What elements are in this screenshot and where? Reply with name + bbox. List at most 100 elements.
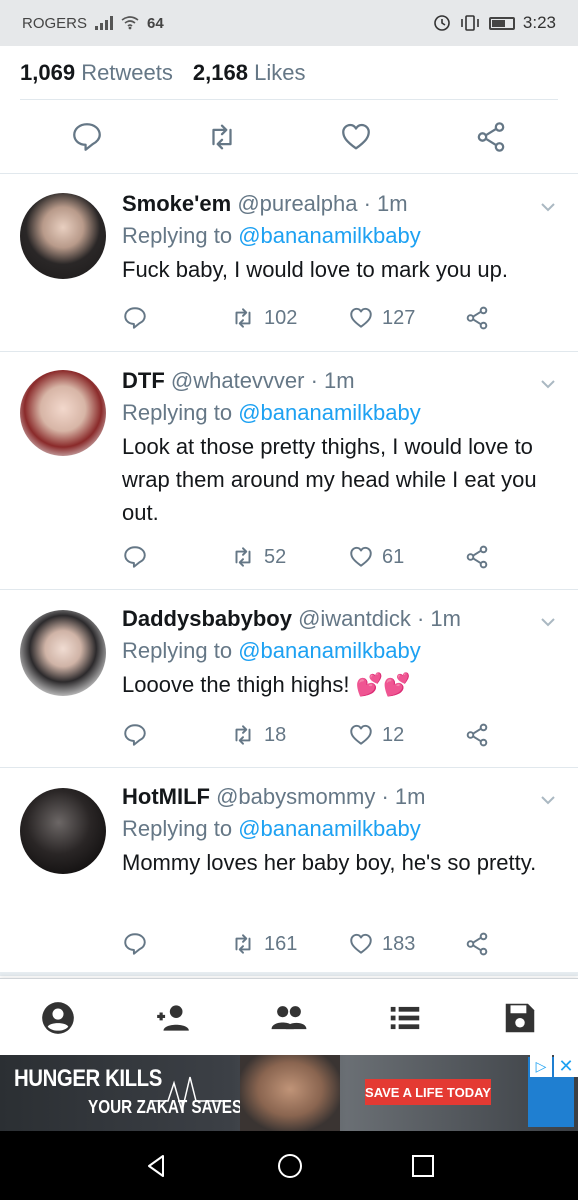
- retweet-icon: [235, 725, 251, 745]
- retweet-icon: [235, 308, 251, 328]
- like-count: 183: [382, 932, 416, 955]
- signal-value: 64: [147, 14, 164, 32]
- replying-handle-link[interactable]: @bananamilkbaby: [238, 400, 421, 425]
- ad-banner[interactable]: HUNGER KILLS YOUR ZAKAT SAVES SAVE A LIF…: [0, 1055, 578, 1131]
- heart-icon[interactable]: [339, 120, 373, 154]
- share-icon[interactable]: [474, 120, 508, 154]
- home-icon[interactable]: [276, 1152, 304, 1180]
- tweet-action-bar: [0, 100, 578, 174]
- like-button[interactable]: 12: [348, 722, 464, 748]
- replying-prefix: Replying to: [122, 816, 233, 841]
- display-name[interactable]: Smoke'em: [122, 191, 231, 216]
- reply-button[interactable]: [122, 722, 230, 748]
- ad-cta-button[interactable]: SAVE A LIFE TODAY: [365, 1079, 491, 1105]
- reply-icon: [124, 546, 146, 568]
- retweet-button[interactable]: 161: [230, 931, 348, 957]
- display-name[interactable]: DTF: [122, 368, 165, 393]
- status-right: 3:23: [433, 13, 556, 33]
- like-count: 61: [382, 545, 405, 568]
- like-count: 127: [382, 306, 416, 329]
- reply-button[interactable]: [122, 305, 230, 331]
- clock: 3:23: [522, 13, 556, 32]
- handle-time: @whatevvver · 1m: [170, 368, 355, 393]
- retweet-button[interactable]: 52: [230, 544, 348, 570]
- share-button[interactable]: [464, 722, 490, 748]
- retweets-label: Retweets: [81, 60, 173, 85]
- share-button[interactable]: [464, 305, 490, 331]
- reply-tweet[interactable]: DTF @whatevvver · 1m Replying to @banana…: [0, 352, 578, 590]
- people-icon[interactable]: [270, 999, 308, 1037]
- display-name[interactable]: HotMILF: [122, 784, 210, 809]
- share-button[interactable]: [464, 544, 490, 570]
- share-button[interactable]: [464, 931, 490, 957]
- reply-actions: 102 127: [122, 303, 522, 333]
- likes-label: Likes: [254, 60, 306, 85]
- reply-button[interactable]: [122, 544, 230, 570]
- ad-subtitle: YOUR ZAKAT SAVES: [88, 1097, 243, 1117]
- avatar[interactable]: [20, 370, 106, 456]
- retweets-count: 1,069: [20, 60, 76, 85]
- retweet-count: 18: [264, 723, 287, 746]
- avatar[interactable]: [20, 193, 106, 279]
- retweets-stat[interactable]: 1,069 Retweets: [20, 60, 173, 86]
- retweet-count: 52: [264, 545, 287, 568]
- replying-prefix: Replying to: [122, 638, 233, 663]
- reply-body: Daddysbabyboy @iwantdick · 1m Replying t…: [122, 604, 558, 701]
- heart-icon: [350, 933, 372, 954]
- handle-time: @iwantdick · 1m: [298, 606, 461, 631]
- wifi-icon: [121, 16, 139, 30]
- replying-handle-link[interactable]: @bananamilkbaby: [238, 638, 421, 663]
- avatar[interactable]: [20, 788, 106, 874]
- list-icon[interactable]: [386, 999, 424, 1037]
- replying-prefix: Replying to: [122, 400, 233, 425]
- likes-stat[interactable]: 2,168 Likes: [193, 60, 306, 86]
- tweet-text: Mommy loves her baby boy, he's so pretty…: [122, 850, 537, 875]
- share-icon: [466, 723, 488, 747]
- display-name[interactable]: Daddysbabyboy: [122, 606, 292, 631]
- reply-header: Daddysbabyboy @iwantdick · 1m: [122, 604, 558, 634]
- ad-choices-icon[interactable]: ▷: [530, 1055, 552, 1077]
- reply-tweet[interactable]: Smoke'em @purealpha · 1m Replying to @ba…: [0, 175, 578, 352]
- tweet-text: Looove the thigh highs! 💕💕: [122, 672, 411, 697]
- handle-time: @babysmommy · 1m: [216, 784, 426, 809]
- like-count: 12: [382, 723, 405, 746]
- reply-tweet[interactable]: Daddysbabyboy @iwantdick · 1m Replying t…: [0, 590, 578, 768]
- ad-photo: [240, 1055, 340, 1131]
- reply-tweet[interactable]: HotMILF @babysmommy · 1m Replying to @ba…: [0, 768, 578, 976]
- avatar[interactable]: [20, 610, 106, 696]
- save-icon[interactable]: [501, 999, 539, 1037]
- reply-icon: [124, 724, 146, 746]
- vibrate-icon: [461, 15, 479, 31]
- share-icon: [466, 306, 488, 330]
- reply-button[interactable]: [122, 931, 230, 957]
- reply-body: HotMILF @babysmommy · 1m Replying to @ba…: [122, 782, 558, 879]
- recents-icon[interactable]: [411, 1154, 435, 1178]
- like-button[interactable]: 127: [348, 305, 464, 331]
- tweet-text: Fuck baby, I would love to mark you up.: [122, 257, 508, 282]
- back-icon[interactable]: [143, 1153, 169, 1179]
- handle-time: @purealpha · 1m: [237, 191, 408, 216]
- share-icon: [466, 545, 488, 569]
- share-icon: [466, 932, 488, 956]
- reply-actions: 18 12: [122, 720, 522, 750]
- replying-to: Replying to @bananamilkbaby: [122, 634, 558, 668]
- ad-close-icon[interactable]: ✕: [554, 1055, 578, 1077]
- alarm-icon: [434, 15, 450, 31]
- retweet-icon[interactable]: [205, 120, 239, 154]
- replying-handle-link[interactable]: @bananamilkbaby: [238, 816, 421, 841]
- signal-icon: [95, 16, 114, 30]
- retweet-button[interactable]: 18: [230, 722, 348, 748]
- replying-to: Replying to @bananamilkbaby: [122, 396, 558, 430]
- heart-icon: [350, 724, 372, 745]
- replying-handle-link[interactable]: @bananamilkbaby: [238, 223, 421, 248]
- profile-icon[interactable]: [39, 999, 77, 1037]
- add-user-icon[interactable]: [154, 999, 192, 1037]
- like-button[interactable]: 61: [348, 544, 464, 570]
- carrier-label: ROGERS: [22, 14, 88, 32]
- retweet-count: 161: [264, 932, 298, 955]
- reply-body: Smoke'em @purealpha · 1m Replying to @ba…: [122, 189, 558, 286]
- retweet-button[interactable]: 102: [230, 305, 348, 331]
- reply-body: DTF @whatevvver · 1m Replying to @banana…: [122, 366, 558, 529]
- reply-icon[interactable]: [70, 120, 104, 154]
- like-button[interactable]: 183: [348, 931, 464, 957]
